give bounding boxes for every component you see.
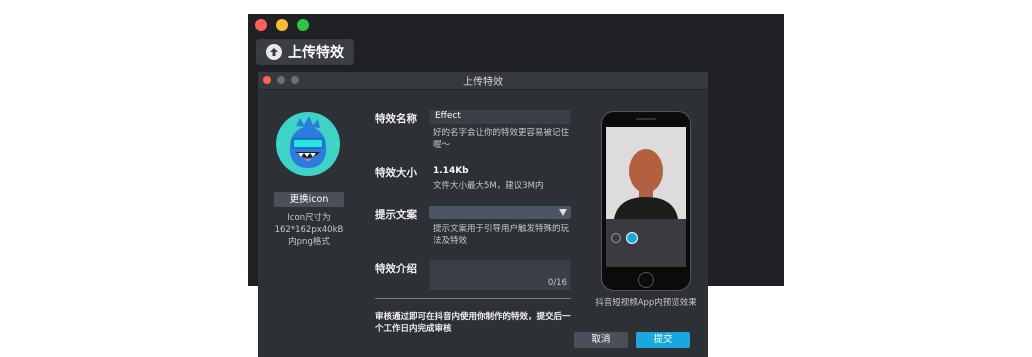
- arrow-up-circle-icon: [266, 44, 282, 60]
- dialog-title: 上传特效: [463, 77, 503, 88]
- effect-name-input[interactable]: Effect: [429, 110, 571, 124]
- upload-dialog: 上传特效 更换icon Icon尺寸为 162*162px40kB 内png格式…: [258, 72, 708, 357]
- dialog-titlebar: 上传特效: [258, 72, 708, 90]
- emoji-icon[interactable]: [611, 233, 621, 243]
- cancel-button[interactable]: 取消: [574, 332, 628, 348]
- prompt-text-hint: 提示文案用于引导用户触发特殊的玩 法及特效: [433, 224, 570, 246]
- effect-avatar: [276, 112, 340, 176]
- minimize-window-button[interactable]: [276, 19, 288, 31]
- phone-speaker: [636, 118, 656, 120]
- phone-home-button: [638, 272, 654, 288]
- preview-caption: 抖音短视频App内预览效果: [595, 298, 697, 308]
- submit-button[interactable]: 提交: [636, 332, 690, 348]
- effect-intro-textarea[interactable]: 0/16: [429, 260, 571, 290]
- effect-name-hint: 好的名字会让你的特效更容易被记住 喔～: [433, 128, 570, 150]
- upload-effect-button[interactable]: 上传特效: [256, 39, 354, 65]
- sticker-icon[interactable]: [626, 232, 638, 244]
- close-window-button[interactable]: [255, 19, 267, 31]
- effect-size-hint: 文件大小最大5M，建议3M内: [433, 181, 544, 191]
- prompt-text-select[interactable]: [429, 206, 571, 219]
- upload-effect-label: 上传特效: [288, 45, 344, 61]
- change-icon-button[interactable]: 更换icon: [274, 192, 344, 207]
- phone-preview: [601, 111, 691, 291]
- effect-name-value: Effect: [435, 111, 461, 121]
- effect-panel: [606, 219, 686, 267]
- effect-size-label: 特效大小: [375, 167, 417, 179]
- divider: [375, 298, 571, 299]
- effect-size-value: 1.14Kb: [433, 166, 469, 176]
- prompt-text-label: 提示文案: [375, 209, 417, 221]
- icon-size-note: Icon尺寸为 162*162px40kB 内png格式: [274, 213, 344, 247]
- effect-intro-label: 特效介绍: [375, 263, 417, 275]
- phone-screen: [606, 127, 686, 267]
- effect-name-label: 特效名称: [375, 113, 417, 125]
- review-note: 审核通过即可在抖音内使用你制作的特效，提交后一 个工作日内完成审核: [375, 312, 571, 334]
- dropdown-arrow-icon: [559, 209, 567, 219]
- maximize-window-button[interactable]: [297, 19, 309, 31]
- intro-char-counter: 0/16: [547, 278, 567, 288]
